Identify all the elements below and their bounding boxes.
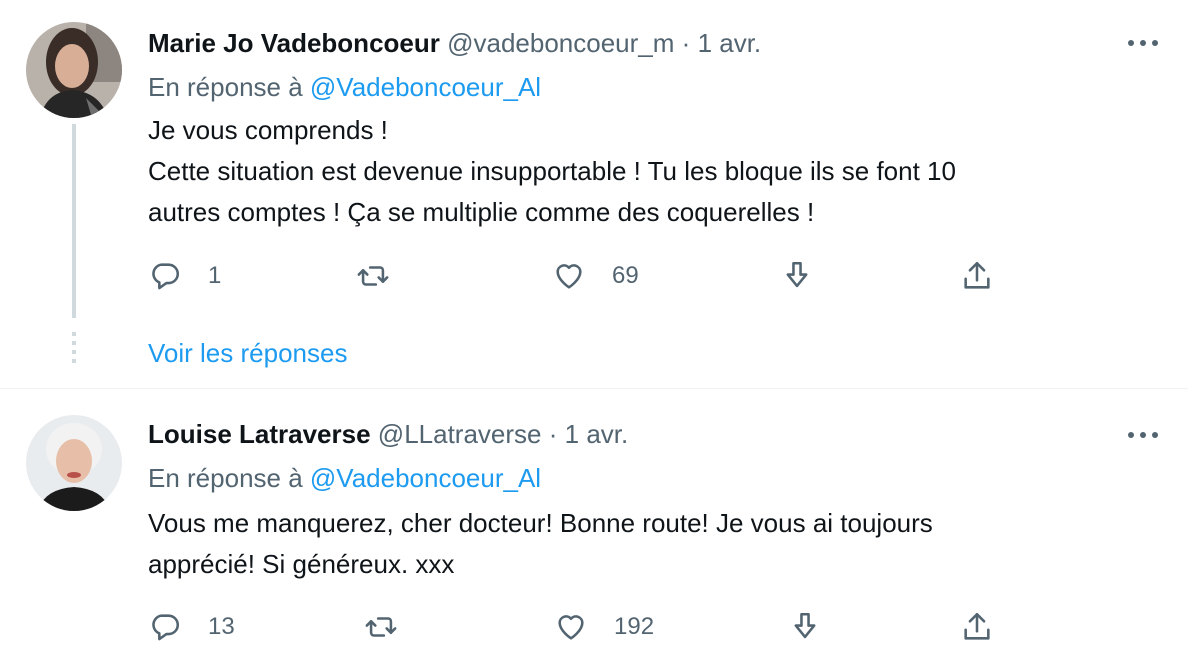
download-button[interactable] <box>788 607 822 647</box>
tweet-date[interactable]: 1 avr. <box>698 28 762 58</box>
avatar[interactable] <box>26 415 122 511</box>
reply-prefix: En réponse à <box>148 463 303 493</box>
like-button[interactable]: 69 <box>552 256 639 296</box>
author-name[interactable]: Marie Jo Vadeboncoeur <box>148 28 440 58</box>
tweet-date[interactable]: 1 avr. <box>565 419 629 449</box>
reply-button[interactable]: 1 <box>148 256 221 296</box>
reply-context: En réponse à @Vadeboncoeur_Al <box>148 72 541 103</box>
like-count: 192 <box>614 613 655 640</box>
share-button[interactable] <box>960 256 994 296</box>
reply-icon <box>152 614 180 641</box>
author-name[interactable]: Louise Latraverse <box>148 419 371 449</box>
show-replies-link[interactable]: Voir les réponses <box>148 338 347 369</box>
retweet-icon <box>365 617 397 637</box>
reply-context: En réponse à @Vadeboncoeur_Al <box>148 463 541 494</box>
download-icon <box>794 612 816 639</box>
reply-button[interactable]: 13 <box>148 607 235 647</box>
share-button[interactable] <box>960 607 994 647</box>
tweet-actions: 1 69 <box>148 256 1008 296</box>
download-icon <box>786 261 808 288</box>
tweet-text-line: Je vous comprends ! <box>148 115 388 145</box>
retweet-icon <box>357 266 389 286</box>
separator: · <box>681 28 691 58</box>
more-icon[interactable] <box>1128 38 1158 48</box>
reply-icon <box>152 263 180 290</box>
like-button[interactable]: 192 <box>554 607 654 647</box>
tweet-2[interactable]: Louise Latraverse @LLatraverse · 1 avr. … <box>0 389 1188 658</box>
tweet-text-line: autres comptes ! Ça se multiplie comme d… <box>148 197 815 227</box>
reply-count: 13 <box>208 613 235 640</box>
share-icon <box>964 612 990 640</box>
avatar[interactable] <box>26 22 122 118</box>
download-button[interactable] <box>780 256 814 296</box>
tweet-text-line: Cette situation est devenue insupportabl… <box>148 156 956 186</box>
tweet-text-line: apprécié! Si généreux. xxx <box>148 549 455 579</box>
more-icon[interactable] <box>1128 430 1158 440</box>
thread-dots <box>72 332 76 368</box>
tweet-header: Marie Jo Vadeboncoeur @vadeboncoeur_m · … <box>148 28 761 59</box>
tweet-text: Vous me manquerez, cher docteur! Bonne r… <box>148 503 1148 585</box>
thread-line <box>72 124 76 318</box>
share-icon <box>964 261 990 289</box>
separator: · <box>548 419 558 449</box>
author-handle[interactable]: @LLatraverse <box>378 419 542 449</box>
like-count: 69 <box>612 262 639 289</box>
reply-count: 1 <box>208 262 222 289</box>
reply-mention[interactable]: @Vadeboncoeur_Al <box>310 72 541 102</box>
retweet-button[interactable] <box>364 607 424 647</box>
author-handle[interactable]: @vadeboncoeur_m <box>447 28 674 58</box>
tweet-text-line: Vous me manquerez, cher docteur! Bonne r… <box>148 508 933 538</box>
retweet-button[interactable] <box>356 256 416 296</box>
heart-icon <box>558 615 584 640</box>
tweet-text: Je vous comprends ! Cette situation est … <box>148 110 1148 233</box>
reply-prefix: En réponse à <box>148 72 303 102</box>
tweet-actions: 13 192 <box>148 607 1008 647</box>
tweet-1[interactable]: Marie Jo Vadeboncoeur @vadeboncoeur_m · … <box>0 0 1188 388</box>
tweet-header: Louise Latraverse @LLatraverse · 1 avr. <box>148 419 628 450</box>
heart-icon <box>556 264 582 289</box>
reply-mention[interactable]: @Vadeboncoeur_Al <box>310 463 541 493</box>
